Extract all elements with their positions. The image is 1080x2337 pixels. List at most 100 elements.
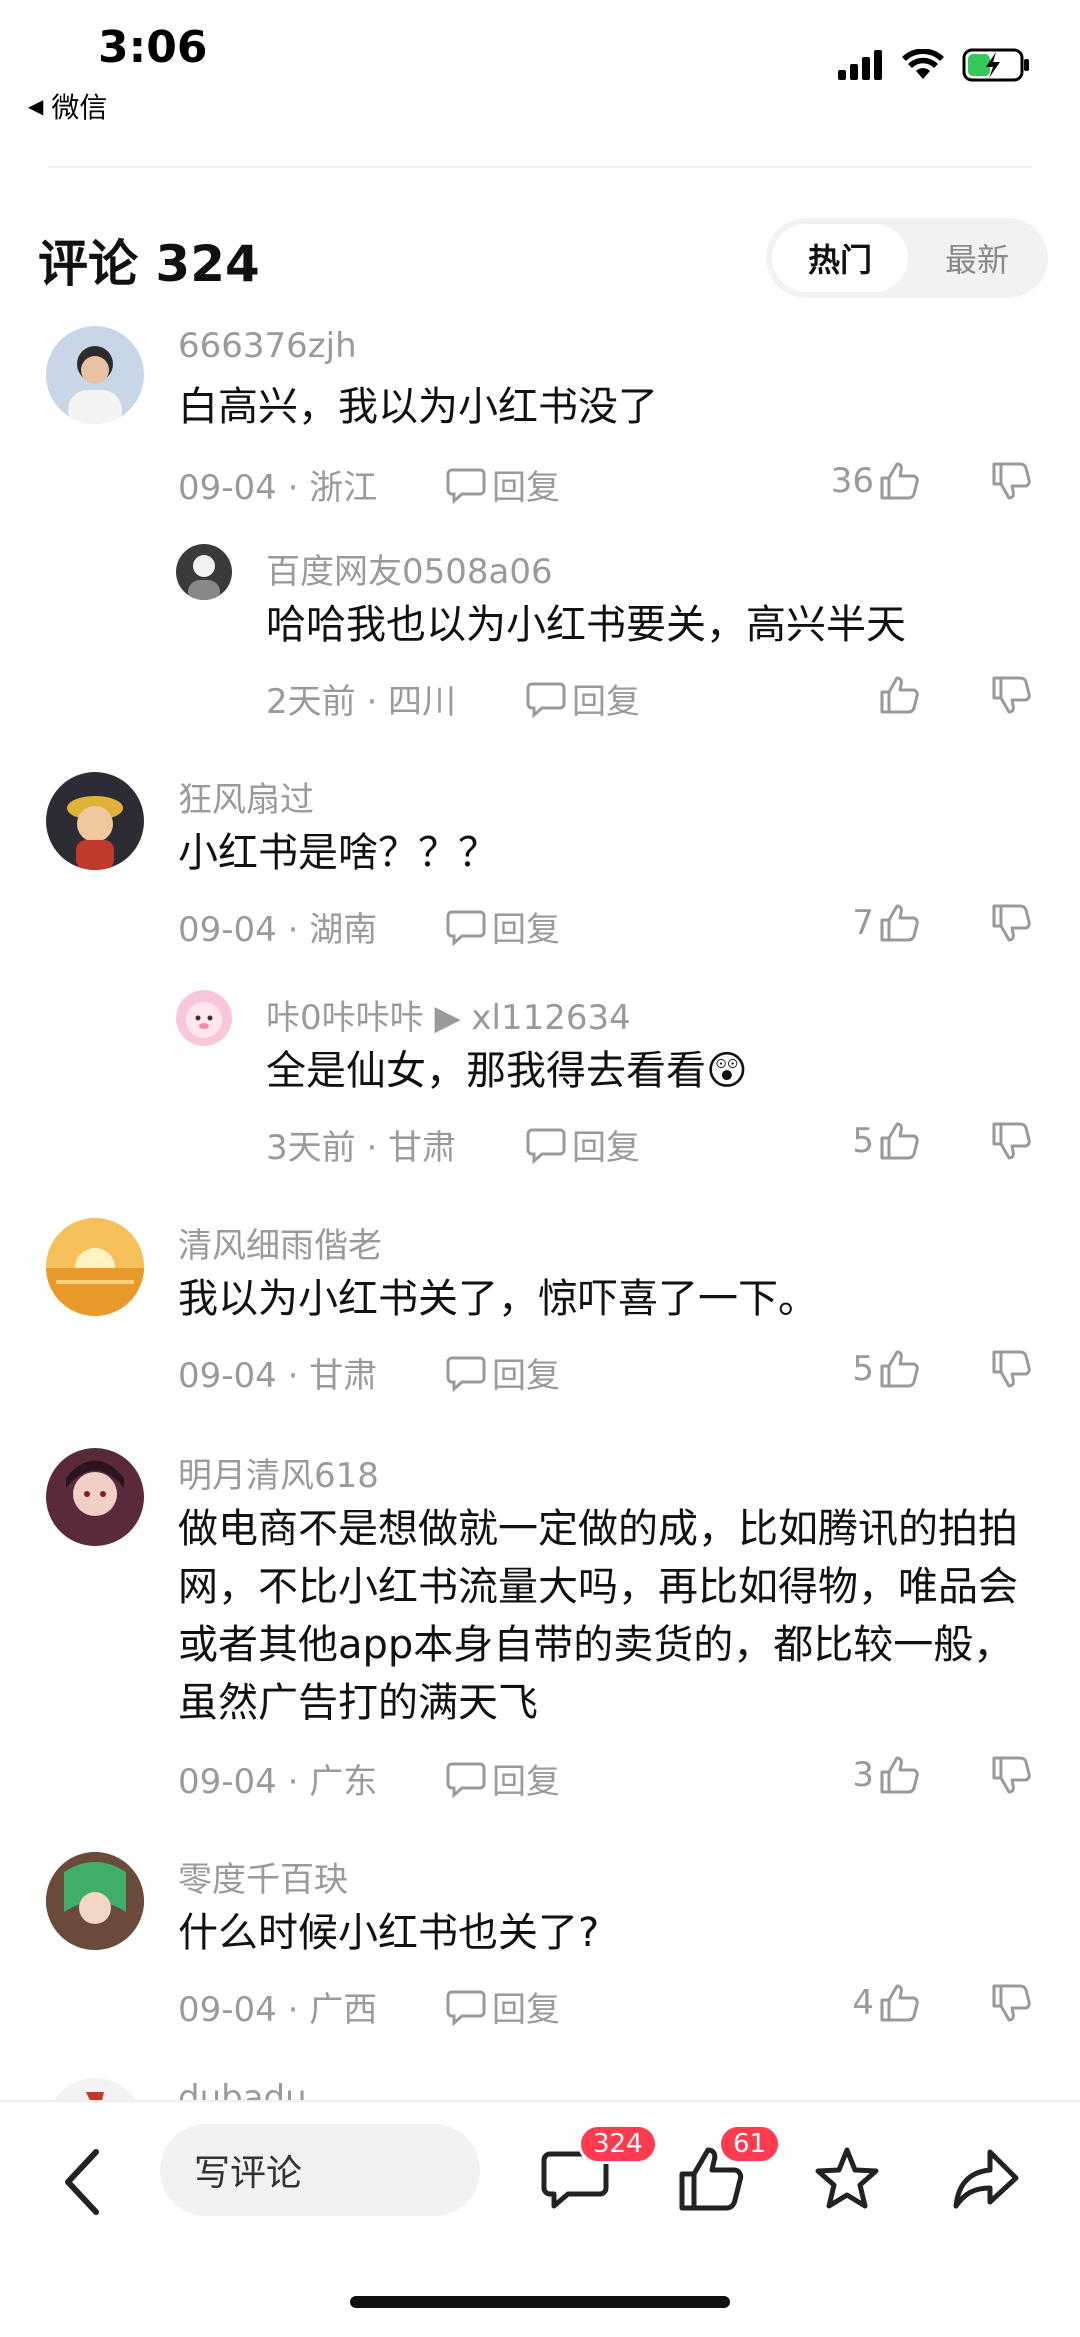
chevron-left-icon [65, 2149, 99, 2215]
reply-label: 回复 [492, 910, 560, 950]
reply-button[interactable]: 回复 [446, 1982, 560, 2031]
reply-button[interactable]: 回复 [446, 460, 560, 509]
reply-bubble-icon [446, 1990, 486, 2026]
reply-button[interactable]: 回复 [446, 1754, 560, 1803]
status-icons [838, 48, 1032, 82]
thumbs-down-icon [992, 676, 1031, 714]
reply-button[interactable]: 回复 [446, 902, 560, 951]
thumbs-up-icon [880, 676, 919, 714]
like-button[interactable]: 3 [852, 1754, 920, 1796]
comment-text: 什么时候小红书也关了? [178, 1910, 600, 1956]
thumbs-down-icon [992, 1984, 1031, 2022]
signal-icon [838, 50, 882, 80]
avatar[interactable] [46, 326, 144, 424]
share-arrow-icon [953, 2149, 1019, 2209]
comment-username[interactable]: 咔0咔咔咔 ▶ xl112634 [266, 990, 631, 1039]
sort-new-button[interactable]: 最新 [912, 224, 1042, 292]
comment-username[interactable]: 百度网友0508a06 [266, 544, 553, 593]
like-button[interactable]: 4 [852, 1982, 920, 2024]
thumbs-up-icon [880, 1756, 919, 1794]
reply-bubble-icon [446, 1356, 486, 1392]
reply-button[interactable]: 回复 [446, 1348, 560, 1397]
comment-meta: 09-04 · 湖南 [178, 910, 378, 950]
reply-label: 回复 [492, 1762, 560, 1802]
comments-header: 评论 324 热门 最新 [38, 218, 1048, 298]
top-divider [48, 166, 1032, 168]
like-count-badge: 61 [718, 2124, 782, 2164]
share-button[interactable] [950, 2144, 1020, 2214]
like-button[interactable]: 7 [852, 902, 920, 944]
like-button[interactable]: 36 [831, 460, 920, 502]
avatar[interactable] [46, 1448, 144, 1546]
like-button[interactable]: 5 [852, 1120, 920, 1162]
comment-text: 白高兴，我以为小红书没了 [178, 384, 658, 430]
comment-username[interactable]: 明月清风618 [178, 1448, 379, 1497]
dislike-button[interactable] [990, 1754, 1032, 1800]
back-button[interactable] [54, 2142, 114, 2222]
comment-text: 哈哈我也以为小红书要关，高兴半天 [266, 602, 906, 648]
thumbs-up-icon [880, 1350, 919, 1388]
reply-bubble-icon [526, 1128, 566, 1164]
sort-hot-button[interactable]: 热门 [772, 224, 908, 292]
comment-meta: 3天前 · 甘肃 [266, 1128, 457, 1168]
reply-bubble-icon [446, 468, 486, 504]
thumbs-down-icon [992, 462, 1031, 500]
comment-count-badge: 324 [578, 2124, 658, 2164]
avatar[interactable] [46, 772, 144, 870]
status-bar: 3:06 ◀ 微信 [0, 0, 1080, 130]
thumbs-up-icon [880, 1984, 919, 2022]
like-count: 3 [852, 1755, 874, 1795]
reply-bubble-icon [526, 682, 566, 718]
reply-label: 回复 [572, 682, 640, 722]
dislike-button[interactable] [990, 674, 1032, 720]
thumbs-up-icon [880, 904, 919, 942]
reply-bubble-icon [446, 910, 486, 946]
sort-toggle: 热门 最新 [766, 218, 1048, 298]
reply-label: 回复 [572, 1128, 640, 1168]
thumbs-down-icon [992, 1122, 1031, 1160]
like-count: 5 [852, 1121, 874, 1161]
like-button[interactable]: 5 [852, 1348, 920, 1390]
reply-label: 回复 [492, 468, 560, 508]
thumbs-up-icon [880, 1122, 919, 1160]
write-comment-input[interactable]: 写评论 [160, 2124, 480, 2216]
thumbs-down-icon [992, 1756, 1031, 1794]
dislike-button[interactable] [990, 902, 1032, 948]
avatar[interactable] [46, 1852, 144, 1950]
comment-username[interactable]: 666376zjh [178, 326, 357, 366]
comment-username[interactable]: 清风细雨偕老 [178, 1218, 382, 1267]
comment-meta: 2天前 · 四川 [266, 682, 457, 722]
comment-text: 全是仙女，那我得去看看😲 [266, 1048, 748, 1094]
avatar[interactable] [46, 1218, 144, 1316]
home-indicator[interactable] [350, 2296, 730, 2308]
like-count: 36 [830, 461, 874, 501]
favorite-button[interactable] [812, 2144, 882, 2214]
comment-meta: 09-04 · 广西 [178, 1990, 378, 2030]
dislike-button[interactable] [990, 460, 1032, 506]
avatar[interactable] [176, 990, 232, 1046]
battery-charging-icon [962, 48, 1029, 82]
back-to-app[interactable]: ◀ 微信 [28, 86, 107, 126]
thumbs-up-icon [880, 462, 919, 500]
comment-text: 小红书是啥？？？ [178, 830, 498, 876]
like-button[interactable] [874, 674, 920, 716]
like-count: 7 [852, 903, 874, 943]
status-time: 3:06 [98, 22, 208, 73]
reply-button[interactable]: 回复 [526, 1120, 640, 1169]
reply-label: 回复 [492, 1356, 560, 1396]
comment-text: 我以为小红书关了，惊吓喜了一下。 [178, 1276, 818, 1322]
reply-bubble-icon [446, 1762, 486, 1798]
like-count: 4 [852, 1983, 874, 2023]
dislike-button[interactable] [990, 1982, 1032, 2028]
comment-username[interactable]: 零度千百玦 [178, 1852, 348, 1901]
dislike-button[interactable] [990, 1348, 1032, 1394]
avatar[interactable] [176, 544, 232, 600]
dislike-button[interactable] [990, 1120, 1032, 1166]
reply-button[interactable]: 回复 [526, 674, 640, 723]
thumbs-down-icon [992, 904, 1031, 942]
back-app-label: 微信 [51, 91, 108, 124]
comment-meta: 09-04 · 浙江 [178, 468, 378, 508]
like-count: 5 [852, 1349, 874, 1389]
comment-meta: 09-04 · 广东 [178, 1762, 378, 1802]
comment-username[interactable]: 狂风扇过 [178, 772, 314, 821]
